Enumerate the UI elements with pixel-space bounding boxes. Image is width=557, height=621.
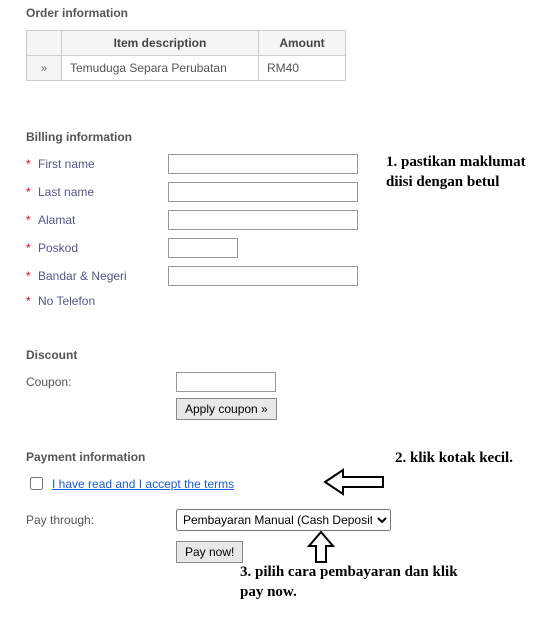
item-name: Temuduga Separa Perubatan xyxy=(62,56,259,81)
input-coupon[interactable] xyxy=(176,372,276,392)
accept-terms-checkbox[interactable] xyxy=(30,477,43,490)
required-asterisk: * xyxy=(26,269,38,283)
arrow-up-icon xyxy=(306,530,336,564)
annotation-3: 3. pilih cara pembayaran dan klik pay no… xyxy=(240,562,460,603)
arrow-left-icon xyxy=(323,467,388,497)
required-asterisk: * xyxy=(26,213,38,227)
required-asterisk: * xyxy=(26,185,38,199)
input-bandar[interactable] xyxy=(168,266,358,286)
required-asterisk: * xyxy=(26,294,38,308)
annotation-1: 1. pastikan maklumat diisi dengan betul xyxy=(386,152,546,193)
billing-section-title: Billing information xyxy=(26,130,386,144)
input-alamat[interactable] xyxy=(168,210,358,230)
discount-section-title: Discount xyxy=(26,348,366,362)
label-phone: No Telefon xyxy=(38,294,168,308)
annotation-2: 2. klik kotak kecil. xyxy=(395,448,555,468)
label-alamat: Alamat xyxy=(38,213,168,227)
required-asterisk: * xyxy=(26,157,38,171)
order-table: Item description Amount » Temuduga Separ… xyxy=(26,30,346,81)
label-poskod: Poskod xyxy=(38,241,168,255)
col-item-description: Item description xyxy=(62,31,259,56)
required-asterisk: * xyxy=(26,241,38,255)
table-row: » Temuduga Separa Perubatan RM40 xyxy=(27,56,346,81)
pay-now-button[interactable]: Pay now! xyxy=(176,541,243,563)
input-first-name[interactable] xyxy=(168,154,358,174)
pay-through-label: Pay through: xyxy=(26,513,176,527)
label-last-name: Last name xyxy=(38,185,168,199)
coupon-label: Coupon: xyxy=(26,375,166,389)
input-last-name[interactable] xyxy=(168,182,358,202)
label-bandar: Bandar & Negeri xyxy=(38,269,168,283)
terms-link[interactable]: I have read and I accept the terms xyxy=(52,477,234,491)
payment-section-title: Payment information xyxy=(26,450,426,464)
pay-method-select[interactable]: Pembayaran Manual (Cash Deposit) xyxy=(176,509,391,531)
label-first-name: First name xyxy=(38,157,168,171)
order-section-title: Order information xyxy=(26,6,346,20)
input-poskod[interactable] xyxy=(168,238,238,258)
row-marker: » xyxy=(27,56,62,81)
item-amount: RM40 xyxy=(259,56,346,81)
col-amount: Amount xyxy=(259,31,346,56)
apply-coupon-button[interactable]: Apply coupon » xyxy=(176,398,277,420)
